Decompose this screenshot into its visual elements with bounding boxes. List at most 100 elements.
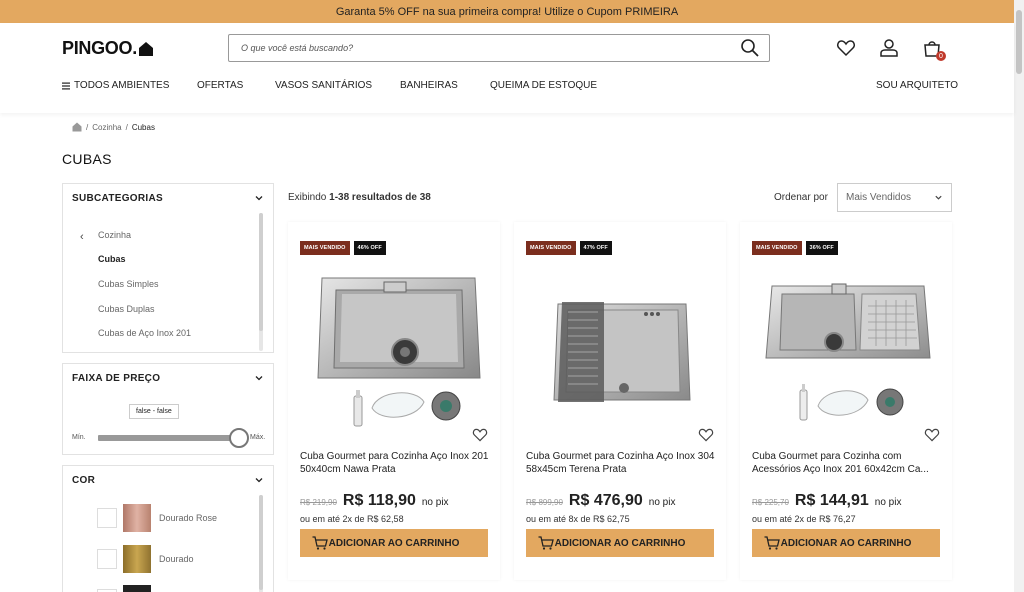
nav-all-rooms[interactable]: TODOS AMBIENTES: [62, 80, 169, 91]
best-seller-badge: MAIS VENDIDO: [300, 241, 350, 255]
account-icon[interactable]: [879, 38, 899, 58]
add-to-cart-button[interactable]: ADICIONAR AO CARRINHO: [300, 529, 488, 557]
site-logo[interactable]: PINGOO.: [62, 38, 154, 59]
breadcrumb-separator: /: [125, 122, 128, 132]
home-icon[interactable]: [72, 122, 82, 132]
subcategories-header[interactable]: SUBCATEGORIAS: [63, 184, 273, 212]
product-image-sink[interactable]: [300, 262, 488, 432]
wishlist-icon[interactable]: [836, 38, 856, 58]
current-price: R$ 476,90: [568, 492, 643, 509]
results-range: 1-38 resultados de 38: [329, 192, 431, 203]
best-seller-badge: MAIS VENDIDO: [526, 241, 576, 255]
nav-architect[interactable]: SOU ARQUITETO: [876, 80, 958, 91]
sort-select[interactable]: Mais Vendidos: [837, 183, 952, 212]
subcategory-item[interactable]: Cubas Simples: [98, 279, 159, 289]
price-row: R$ 225,70 R$ 144,91 no pix: [752, 492, 901, 510]
installments: ou em até 2x de R$ 62,58: [300, 514, 404, 524]
color-swatch-rose-gold: [123, 504, 151, 532]
breadcrumb-parent[interactable]: Cozinha: [92, 123, 121, 132]
subcategories-title: SUBCATEGORIAS: [72, 192, 163, 204]
price-slider-handle[interactable]: [229, 428, 249, 448]
color-scrollbar[interactable]: [259, 495, 263, 592]
nav-offers[interactable]: OFERTAS: [197, 80, 243, 91]
installments: ou em até 8x de R$ 62,75: [526, 514, 630, 524]
cart-icon: [312, 536, 328, 550]
color-option[interactable]: Dourado Rose: [97, 503, 267, 533]
color-scrollbar-thumb[interactable]: [259, 495, 263, 590]
color-checkbox[interactable]: [97, 508, 117, 528]
chevron-down-icon: [255, 196, 263, 201]
header-actions: 0: [836, 38, 946, 61]
color-label: Dourado: [159, 554, 194, 564]
current-price: R$ 144,91: [794, 492, 869, 509]
product-name[interactable]: Cuba Gourmet para Cozinha Aço Inox 201 5…: [300, 450, 490, 476]
color-swatch-gold: [123, 545, 151, 573]
old-price: R$ 219,90: [300, 498, 337, 507]
chevron-down-icon: [255, 478, 263, 483]
cart-icon: [764, 536, 780, 550]
subcategory-item[interactable]: Cubas de Aço Inox 201: [98, 328, 191, 338]
add-to-cart-button[interactable]: ADICIONAR AO CARRINHO: [752, 529, 940, 557]
favorite-heart-icon[interactable]: [472, 427, 488, 443]
breadcrumb-separator: /: [86, 122, 89, 132]
pix-label: no pix: [874, 497, 902, 508]
favorite-heart-icon[interactable]: [924, 427, 940, 443]
color-filter-header[interactable]: COR: [63, 466, 273, 494]
page-title: CUBAS: [62, 151, 112, 167]
subcategory-back[interactable]: Cozinha: [98, 230, 131, 240]
subcategory-item[interactable]: Cubas Duplas: [98, 304, 155, 314]
main-nav: TODOS AMBIENTES OFERTAS VASOS SANITÁRIOS…: [62, 80, 958, 96]
subcategories-scrollbar-thumb[interactable]: [259, 213, 263, 331]
back-arrow-icon[interactable]: ‹: [80, 231, 84, 243]
breadcrumb: / Cozinha / Cubas: [72, 122, 155, 132]
subcategory-item[interactable]: Cubas: [98, 254, 126, 264]
sort-label: Ordenar por: [774, 192, 828, 203]
favorite-heart-icon[interactable]: [698, 427, 714, 443]
search-input[interactable]: [229, 35, 740, 61]
current-price: R$ 118,90: [342, 492, 416, 509]
site-header: PINGOO. 0 TODOS AMBIENTES OFERTAS VASOS …: [0, 23, 1014, 113]
chevron-down-icon: [935, 195, 942, 200]
results-prefix: Exibindo: [288, 192, 330, 203]
best-seller-badge: MAIS VENDIDO: [752, 241, 802, 255]
color-checkbox[interactable]: [97, 549, 117, 569]
price-min-label: Mín.: [72, 434, 86, 441]
color-option[interactable]: Dourado: [97, 544, 267, 574]
discount-badge: 47% OFF: [579, 241, 612, 255]
add-to-cart-button[interactable]: ADICIONAR AO CARRINHO: [526, 529, 714, 557]
color-filter: COR Dourado Rose Dourado: [62, 465, 274, 592]
search-bar: [228, 34, 770, 62]
color-option[interactable]: [97, 584, 267, 592]
product-card[interactable]: MAIS VENDIDO 46% OFF Cuba Gourmet para C…: [288, 222, 500, 580]
product-badges: MAIS VENDIDO 46% OFF: [300, 241, 386, 255]
product-card[interactable]: MAIS VENDIDO 47% OFF Cuba Gourmet para C…: [514, 222, 726, 580]
cart-button[interactable]: 0: [922, 38, 946, 61]
price-slider-track[interactable]: [98, 435, 239, 441]
color-filter-title: COR: [72, 474, 96, 486]
product-badges: MAIS VENDIDO 36% OFF: [752, 241, 838, 255]
price-filter-title: FAIXA DE PREÇO: [72, 372, 161, 384]
search-icon[interactable]: [740, 38, 760, 58]
nav-bathtubs[interactable]: BANHEIRAS: [400, 80, 458, 91]
product-image-sink[interactable]: [752, 262, 940, 432]
old-price: R$ 225,70: [752, 498, 789, 507]
breadcrumb-current: Cubas: [131, 122, 155, 132]
product-card[interactable]: MAIS VENDIDO 36% OFF Cuba Gourmet para C…: [740, 222, 952, 580]
nav-clearance[interactable]: QUEIMA DE ESTOQUE: [490, 80, 597, 91]
logo-text: PINGOO.: [62, 38, 137, 58]
nav-toilets[interactable]: VASOS SANITÁRIOS: [275, 80, 372, 91]
page-scrollbar-thumb[interactable]: [1016, 10, 1022, 74]
pix-label: no pix: [421, 497, 449, 508]
price-filter-header[interactable]: FAIXA DE PREÇO: [63, 364, 273, 392]
discount-badge: 46% OFF: [353, 241, 386, 255]
subcategories-scrollbar[interactable]: [259, 213, 263, 351]
add-to-cart-label: ADICIONAR AO CARRINHO: [554, 537, 686, 549]
page-scrollbar[interactable]: [1014, 0, 1024, 592]
price-row: R$ 899,90 R$ 476,90 no pix: [526, 492, 675, 510]
price-range-tooltip: false - false: [129, 404, 179, 419]
cart-count-badge: 0: [936, 51, 946, 61]
product-image-sink[interactable]: [526, 262, 714, 432]
add-to-cart-label: ADICIONAR AO CARRINHO: [328, 537, 460, 549]
product-name[interactable]: Cuba Gourmet para Cozinha com Acessórios…: [752, 450, 942, 476]
product-name[interactable]: Cuba Gourmet para Cozinha Aço Inox 304 5…: [526, 450, 716, 476]
